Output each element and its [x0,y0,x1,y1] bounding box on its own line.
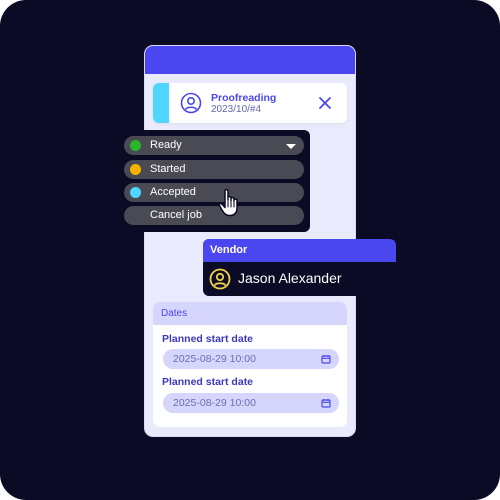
planned-start-date-input[interactable]: 2025-08-29 10:00 [163,349,339,369]
vendor-header-label: Vendor [210,244,248,256]
status-option-started[interactable]: Started [124,160,304,179]
status-dot-yellow [130,164,141,175]
vendor-card[interactable]: Vendor Jason Alexander [203,239,396,296]
calendar-icon[interactable] [321,398,331,408]
planned-start-date-label: Planned start date [162,376,254,388]
planned-start-date-input[interactable]: 2025-08-29 10:00 [163,393,339,413]
job-title: Proofreading [211,92,277,104]
status-label: Accepted [150,186,196,198]
hand-pointer-icon [218,188,238,217]
status-label: Ready [150,139,182,151]
status-option-accepted[interactable]: Accepted [124,183,304,202]
dates-header-label: Dates [161,308,188,319]
close-icon[interactable] [316,94,334,112]
status-option-cancel-job[interactable]: Cancel job [124,206,304,225]
panel-header [145,46,355,74]
status-dot-cyan [130,187,141,198]
job-id: 2023/10/#4 [211,104,262,115]
chevron-down-icon[interactable] [286,144,296,149]
date-value: 2025-08-29 10:00 [173,353,256,365]
dates-section: Dates Planned start date 2025-08-29 10:0… [153,302,347,427]
status-label: Cancel job [150,209,202,221]
job-card[interactable]: Proofreading 2023/10/#4 [153,83,347,123]
planned-start-date-label: Planned start date [162,333,254,345]
canvas-background: Proofreading 2023/10/#4 Ready Started Ac… [0,0,500,500]
status-label: Started [150,163,186,175]
dates-header: Dates [153,302,347,325]
vendor-name: Jason Alexander [238,270,342,286]
status-option-ready[interactable]: Ready [124,136,304,155]
user-circle-icon [180,92,202,114]
user-circle-icon [209,268,231,290]
status-dot-green [130,140,141,151]
status-dropdown: Ready Started Accepted Cancel job [117,130,310,232]
calendar-icon[interactable] [321,354,331,364]
date-value: 2025-08-29 10:00 [173,397,256,409]
vendor-header: Vendor [203,239,396,262]
job-accent-bar [153,83,169,123]
